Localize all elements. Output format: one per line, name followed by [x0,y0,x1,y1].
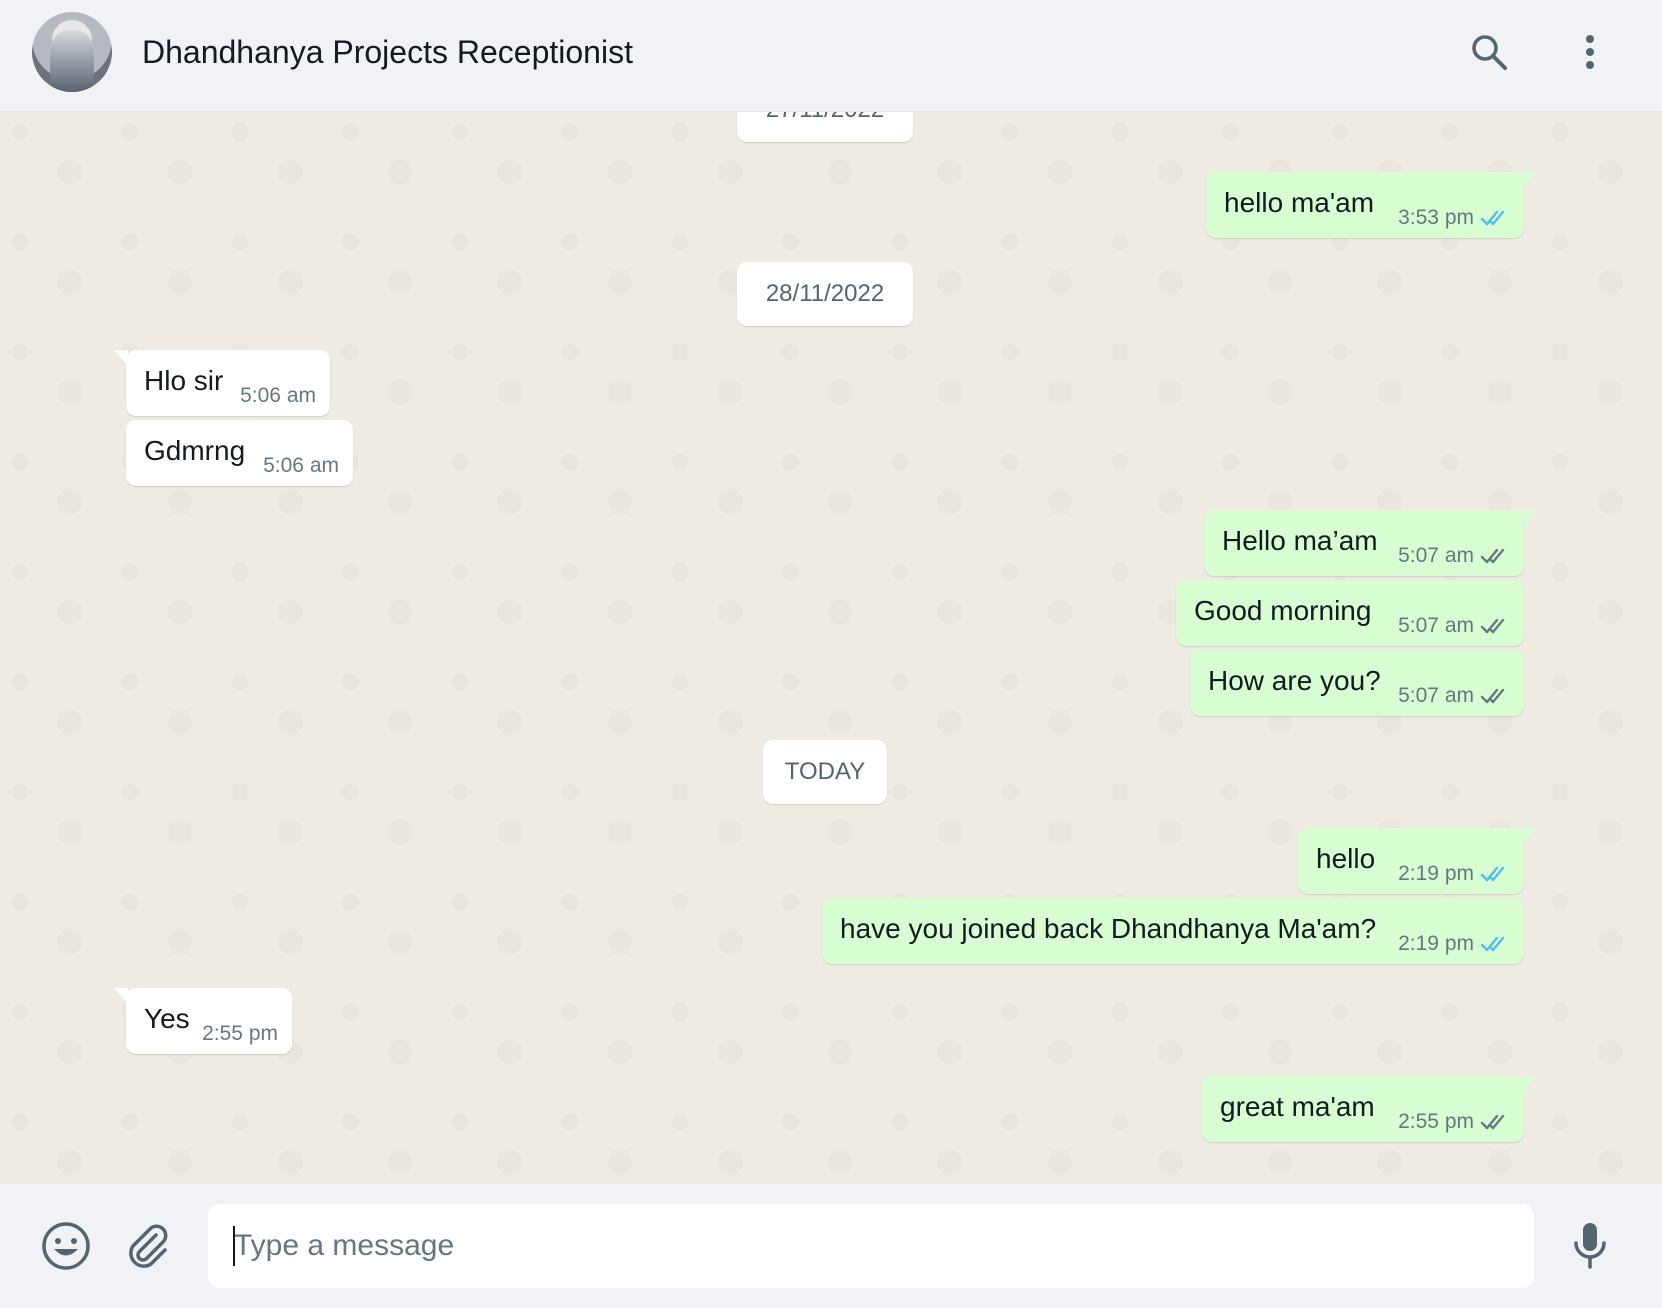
message-text: have you joined back Dhandhanya Ma'am? [840,913,1377,944]
message-text: Hello ma’am [1222,525,1378,556]
text-cursor [233,1226,235,1266]
message-text: Gdmrng [144,435,246,466]
microphone-icon[interactable] [1562,1218,1618,1274]
message-meta: 5:06 am [263,454,339,478]
message-meta: 5:06 am [240,384,316,408]
message-meta: 2:19 pm [1398,932,1510,956]
message-meta: 3:53 pm [1398,206,1510,230]
chat-window: Dhandhanya Projects Receptionist 27/11/2… [0,0,1662,1308]
message-meta: 2:19 pm [1398,862,1510,886]
kebab-menu-icon[interactable] [1568,30,1612,74]
message-bubble-outgoing[interactable]: great ma'am 2:55 pm [1202,1076,1536,1142]
message-time: 5:07 am [1398,684,1474,707]
emoji-icon[interactable] [38,1218,94,1274]
message-bubble-outgoing[interactable]: Hello ma’am 5:07 am [1204,510,1536,576]
message-meta: 5:07 am [1398,614,1510,638]
message-text: How are you? [1208,665,1381,696]
message-input[interactable] [208,1204,1534,1288]
message-bubble-incoming[interactable]: Hlo sir 5:06 am [114,350,330,416]
message-bubble-outgoing[interactable]: Good morning 5:07 am [1176,580,1524,646]
message-meta: 5:07 am [1398,544,1510,568]
message-text: Yes [144,1003,190,1034]
message-time: 3:53 pm [1398,206,1474,229]
search-icon[interactable] [1467,30,1511,74]
message-bubble-outgoing[interactable]: How are you? 5:07 am [1190,650,1524,716]
delivered-ticks-icon [1480,1114,1505,1130]
message-time: 2:19 pm [1398,862,1474,885]
message-text: great ma'am [1220,1091,1375,1122]
message-meta: 5:07 am [1398,684,1510,708]
read-ticks-icon [1480,936,1505,952]
message-list[interactable]: 27/11/2022 hello ma'am 3:53 pm 28/11/202… [0,112,1662,1184]
message-time: 2:55 pm [202,1022,278,1045]
paperclip-icon[interactable] [120,1218,176,1274]
message-text: Good morning [1194,595,1372,626]
chat-header: Dhandhanya Projects Receptionist [0,0,1662,112]
message-bubble-outgoing[interactable]: hello ma'am 3:53 pm [1206,172,1536,238]
contact-avatar[interactable] [32,12,112,92]
message-bubble-outgoing[interactable]: hello 2:19 pm [1298,828,1536,894]
message-meta: 2:55 pm [1398,1110,1510,1134]
read-ticks-icon [1480,210,1505,226]
message-time: 2:55 pm [1398,1110,1474,1133]
delivered-ticks-icon [1480,618,1505,634]
message-time: 5:07 am [1398,544,1474,567]
date-chip: 27/11/2022 [737,112,913,142]
message-text: hello [1316,843,1376,874]
delivered-ticks-icon [1480,548,1505,564]
message-text: hello ma'am [1224,187,1375,218]
message-time: 5:06 am [263,454,339,477]
message-time: 5:07 am [1398,614,1474,637]
contact-name[interactable]: Dhandhanya Projects Receptionist [142,34,633,71]
avatar-photo [50,30,94,92]
read-ticks-icon [1480,866,1505,882]
message-bubble-outgoing[interactable]: have you joined back Dhandhanya Ma'am? 2… [822,898,1524,964]
date-chip: 28/11/2022 [737,262,913,326]
message-bubble-incoming[interactable]: Yes 2:55 pm [114,988,292,1054]
message-time: 5:06 am [240,384,316,407]
message-bubble-incoming[interactable]: Gdmrng 5:06 am [126,420,353,486]
date-chip: TODAY [763,740,887,804]
message-time: 2:19 pm [1398,932,1474,955]
message-text: Hlo sir [144,365,224,396]
delivered-ticks-icon [1480,688,1505,704]
message-meta: 2:55 pm [202,1022,278,1046]
